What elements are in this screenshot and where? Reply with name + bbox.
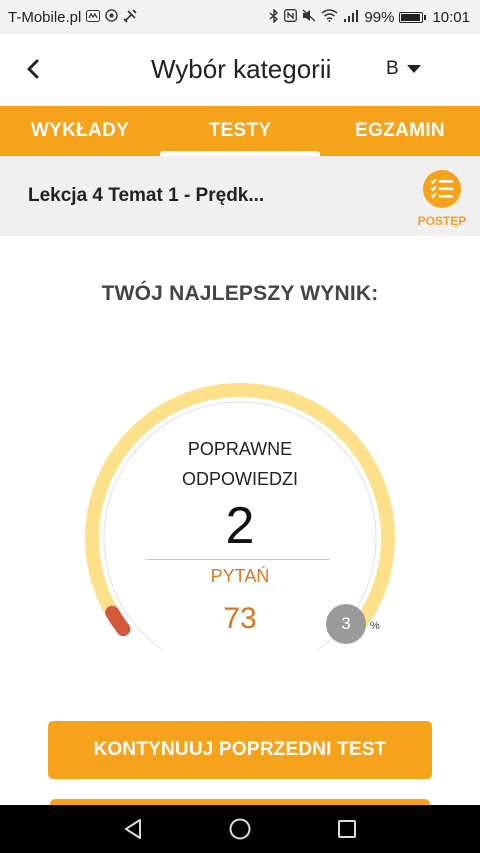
continue-previous-test-button[interactable]: KONTYNUUJ POPRZEDNI TEST — [48, 721, 432, 779]
clock: 10:01 — [432, 8, 470, 26]
lesson-title: Lekcja 4 Temat 1 - Prędk... — [28, 185, 265, 206]
progress-label: POSTĘP — [417, 214, 467, 228]
signal-icon — [343, 9, 359, 25]
caret-down-icon — [406, 65, 421, 73]
checklist-icon — [423, 170, 461, 208]
percent-sign: % — [370, 620, 380, 632]
score-gauge: POPRAWNE ODPOWIEDZI 2 PYTAŃ 73 3 % — [82, 380, 398, 650]
correct-answers-value: 2 — [225, 497, 255, 555]
tab-wyklady[interactable]: WYKŁADY — [0, 106, 160, 156]
status-bar: T-Mobile.pl 99% 10:01 — [0, 0, 480, 34]
category-value: B — [386, 58, 399, 79]
questions-label: PYTAŃ — [210, 566, 270, 586]
carrier-name: T-Mobile.pl — [8, 8, 82, 26]
percent-badge: 3 — [326, 604, 366, 644]
correct-label-line2: ODPOWIEDZI — [182, 469, 298, 489]
bluetooth-icon — [269, 7, 279, 26]
navigation-bar — [0, 805, 480, 853]
tab-testy[interactable]: TESTY — [160, 106, 320, 156]
square-recents-icon — [337, 820, 356, 838]
page-title: Wybór kategorii — [151, 54, 332, 84]
gauge-divider — [146, 559, 330, 560]
lesson-row[interactable]: Lekcja 4 Temat 1 - Prędk... POSTĘP — [0, 156, 480, 236]
nfc-icon — [284, 9, 298, 25]
progress-button[interactable]: POSTĘP — [414, 170, 470, 230]
category-dropdown[interactable]: B — [386, 58, 421, 80]
battery-icon — [399, 11, 427, 23]
app-bar: Wybór kategorii B — [0, 34, 480, 106]
chrome-icon — [105, 9, 119, 25]
back-button[interactable] — [18, 52, 48, 86]
wifi-icon — [321, 9, 338, 25]
best-score-heading: TWÓJ NAJLEPSZY WYNIK: — [101, 282, 379, 305]
chevron-left-icon — [27, 59, 39, 79]
nav-home-button[interactable] — [220, 809, 260, 849]
correct-label-line1: POPRAWNE — [187, 439, 293, 459]
tools-icon — [123, 8, 137, 26]
triangle-back-icon — [125, 819, 142, 839]
nav-recents-button[interactable] — [327, 809, 367, 849]
circle-home-icon — [229, 818, 251, 840]
nav-back-button[interactable] — [113, 809, 153, 849]
tab-egzamin[interactable]: EGZAMIN — [320, 106, 480, 156]
tab-bar: WYKŁADY TESTY EGZAMIN — [0, 106, 480, 156]
battery-level — [401, 13, 421, 21]
mute-icon — [302, 9, 316, 25]
message-icon — [86, 9, 101, 25]
battery-percent: 99% — [364, 8, 395, 26]
